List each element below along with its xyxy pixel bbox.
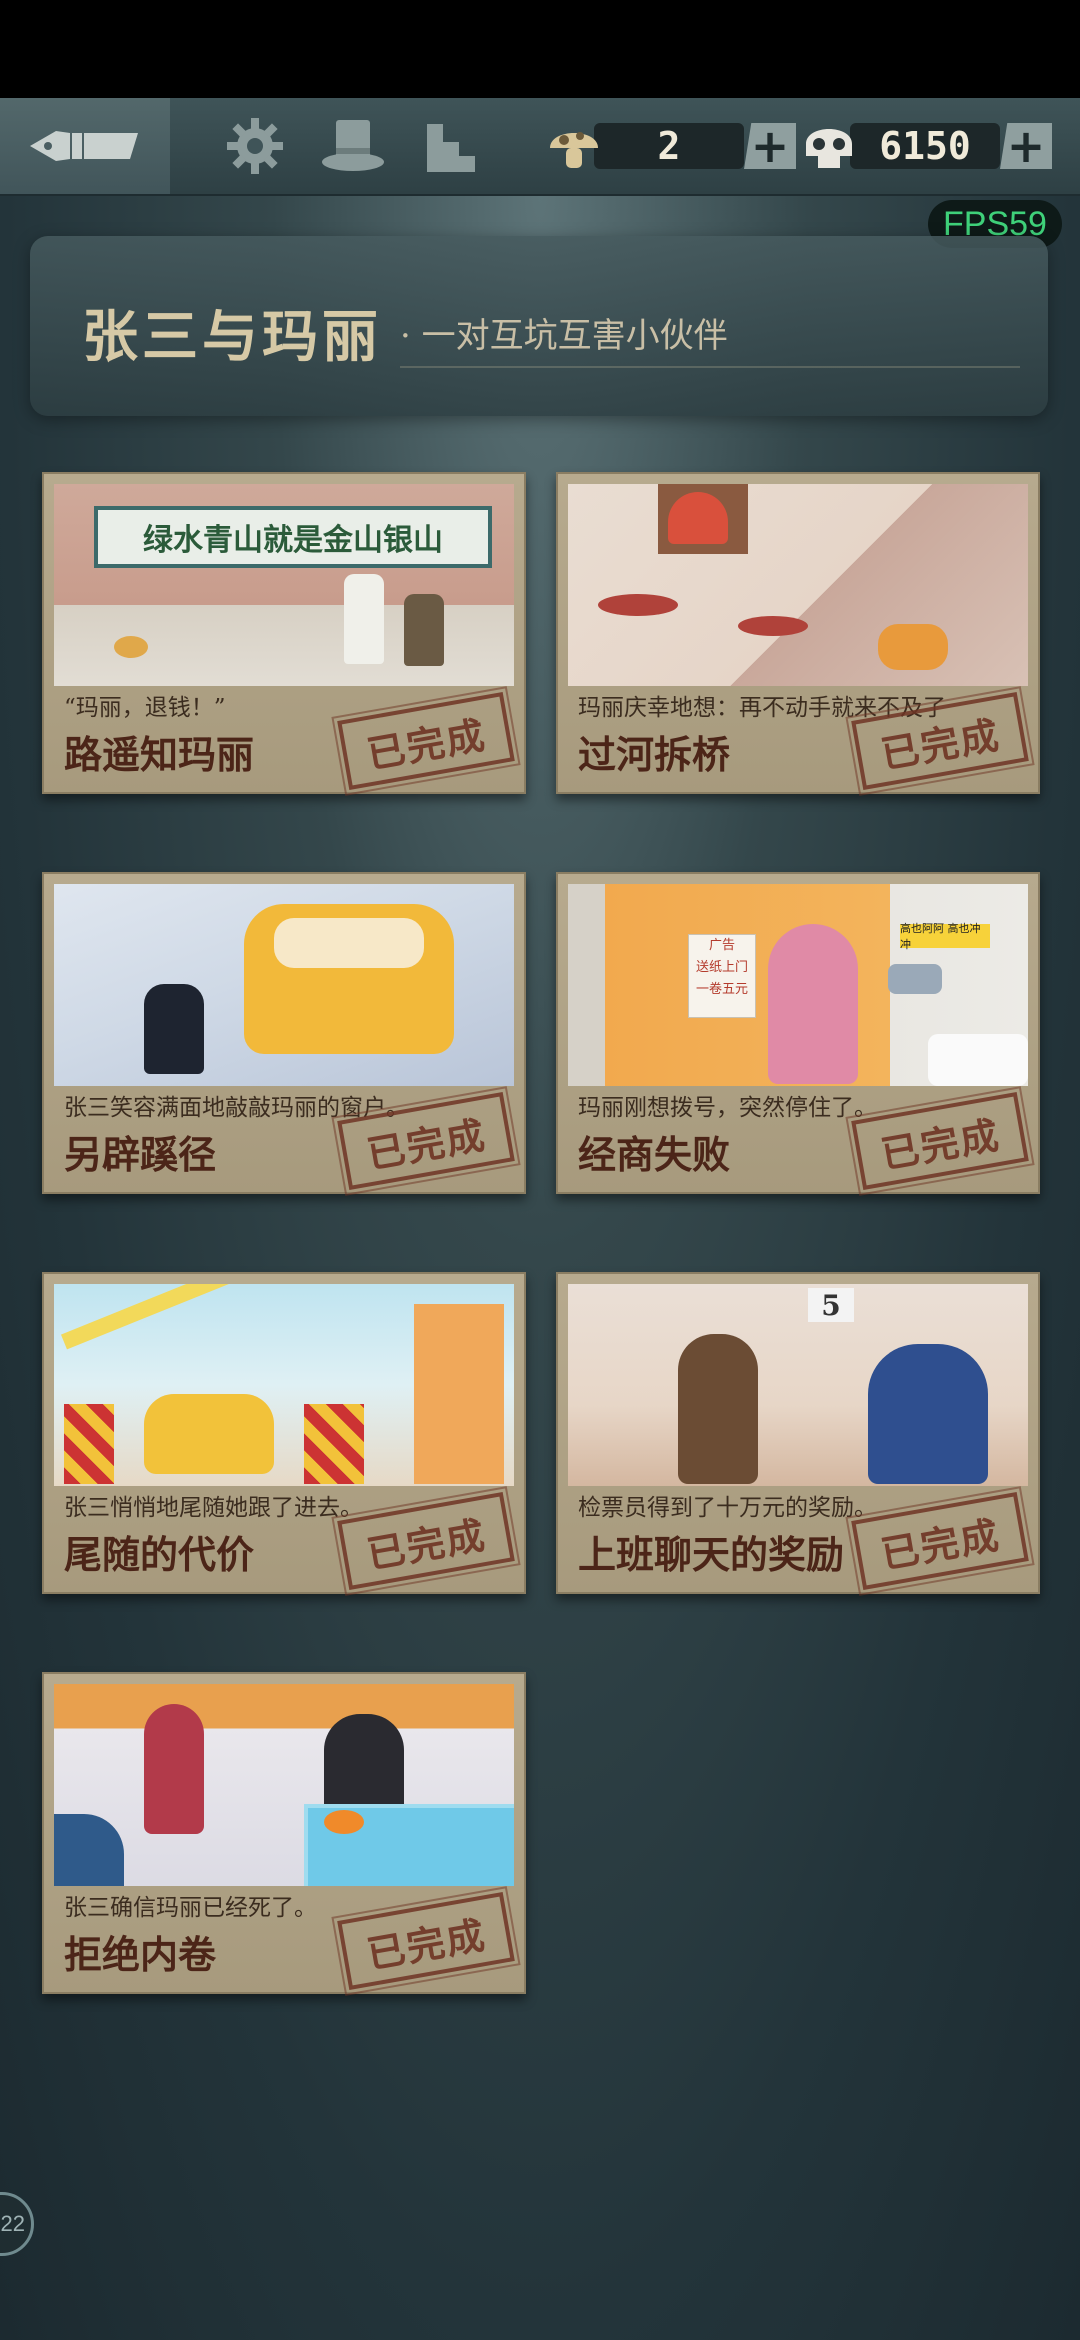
level-card[interactable]: 绿水青山就是金山银山 “玛丽，退钱！” 路遥知玛丽 已完成 bbox=[42, 472, 526, 798]
chapter-subtitle: · 一对互坑互害小伙伴 bbox=[400, 316, 728, 356]
level-title: 拒绝内卷 bbox=[64, 1932, 217, 1977]
level-title: 另辟蹊径 bbox=[64, 1132, 217, 1177]
level-card[interactable]: 5 检票员得到了十万元的奖励。 上班聊天的奖励 已完成 bbox=[556, 1272, 1040, 1598]
barrier-post bbox=[304, 1404, 364, 1484]
level-title: 过河拆桥 bbox=[578, 732, 731, 777]
settings-button[interactable] bbox=[220, 116, 290, 176]
title-divider bbox=[400, 366, 1020, 368]
building bbox=[414, 1304, 504, 1484]
gate-barrier bbox=[61, 1284, 318, 1350]
level-illustration bbox=[568, 484, 1028, 686]
stain-mark bbox=[738, 616, 808, 636]
toilet bbox=[928, 1034, 1028, 1086]
blue-pattern bbox=[54, 1814, 124, 1886]
character-mary bbox=[768, 924, 858, 1084]
cat-figure bbox=[114, 636, 148, 658]
character-mary bbox=[144, 1704, 204, 1834]
gear-icon bbox=[227, 118, 283, 174]
level-title: 上班聊天的奖励 bbox=[578, 1532, 845, 1577]
wardrobe-button[interactable] bbox=[318, 116, 388, 176]
ad-poster: 广告 送纸上门 一卷五元 bbox=[688, 934, 756, 1018]
yellow-car bbox=[144, 1394, 274, 1474]
add-mushroom-button[interactable]: + bbox=[744, 123, 796, 169]
mushroom-icon bbox=[550, 132, 598, 168]
level-title: 经商失败 bbox=[578, 1132, 731, 1177]
level-illustration bbox=[54, 884, 514, 1086]
character-mary bbox=[668, 492, 728, 544]
floating-avatar-button[interactable]: 22 bbox=[0, 2192, 34, 2256]
character-zhangsan bbox=[344, 574, 384, 664]
level-card[interactable]: 广告 送纸上门 一卷五元 高也阿阿 高也冲冲 玛丽刚想拨号，突然停住了。 经商失… bbox=[556, 872, 1040, 1198]
toilet-sign: 高也阿阿 高也冲冲 bbox=[900, 922, 990, 951]
level-illustration: 5 bbox=[568, 1284, 1028, 1486]
level-title: 尾随的代价 bbox=[64, 1532, 255, 1577]
level-illustration: 广告 送纸上门 一卷五元 高也阿阿 高也冲冲 bbox=[568, 884, 1028, 1086]
level-title: 路遥知玛丽 bbox=[64, 732, 255, 777]
poster-line: 一卷五元 bbox=[695, 982, 748, 997]
ticket-inspector bbox=[868, 1344, 988, 1484]
chapter-title: 张三与玛丽 bbox=[82, 304, 382, 370]
slogan-banner: 绿水青山就是金山银山 bbox=[94, 506, 492, 568]
car-windshield bbox=[274, 918, 424, 968]
status-bar bbox=[0, 0, 1080, 98]
skull-icon bbox=[806, 129, 852, 168]
skull-count: 6150 bbox=[850, 123, 1000, 169]
stairs-icon bbox=[427, 124, 475, 172]
level-card[interactable]: 张三笑容满面地敲敲玛丽的窗户。 另辟蹊径 已完成 bbox=[42, 872, 526, 1198]
skull-resource: 6150 + bbox=[800, 120, 1052, 172]
barrier-post bbox=[64, 1404, 114, 1484]
character-mary bbox=[404, 594, 444, 666]
stain-mark bbox=[598, 594, 678, 616]
poster-line: 送纸上门 bbox=[695, 960, 748, 975]
chapter-title-panel: 张三与玛丽 · 一对互坑互害小伙伴 bbox=[30, 236, 1048, 416]
fountain-pen-icon bbox=[30, 131, 138, 161]
level-card[interactable]: 张三悄悄地尾随她跟了进去。 尾随的代价 已完成 bbox=[42, 1272, 526, 1598]
character-zhangsan bbox=[144, 984, 204, 1074]
ranking-button[interactable] bbox=[416, 116, 486, 176]
mushroom-count: 2 bbox=[594, 123, 744, 169]
toilet-paper-roll bbox=[888, 964, 942, 994]
level-card[interactable]: 张三确信玛丽已经死了。 拒绝内卷 已完成 bbox=[42, 1672, 526, 1998]
character-zhangsan bbox=[678, 1334, 758, 1484]
pen-menu-button[interactable] bbox=[0, 98, 170, 194]
goldfish bbox=[324, 1810, 364, 1834]
level-illustration: 绿水青山就是金山银山 bbox=[54, 484, 514, 686]
character-zhangsan bbox=[878, 624, 948, 670]
add-skull-button[interactable]: + bbox=[1000, 123, 1052, 169]
level-illustration bbox=[54, 1284, 514, 1486]
top-bar: 2 + 6150 + bbox=[0, 98, 1080, 196]
poster-title: 广告 bbox=[708, 938, 735, 953]
platform-sign: 5 bbox=[808, 1288, 854, 1322]
mushroom-resource: 2 + bbox=[546, 120, 796, 172]
top-hat-icon bbox=[322, 120, 384, 171]
level-illustration bbox=[54, 1684, 514, 1886]
level-card[interactable]: 玛丽庆幸地想：再不动手就来不及了 过河拆桥 已完成 bbox=[556, 472, 1040, 798]
